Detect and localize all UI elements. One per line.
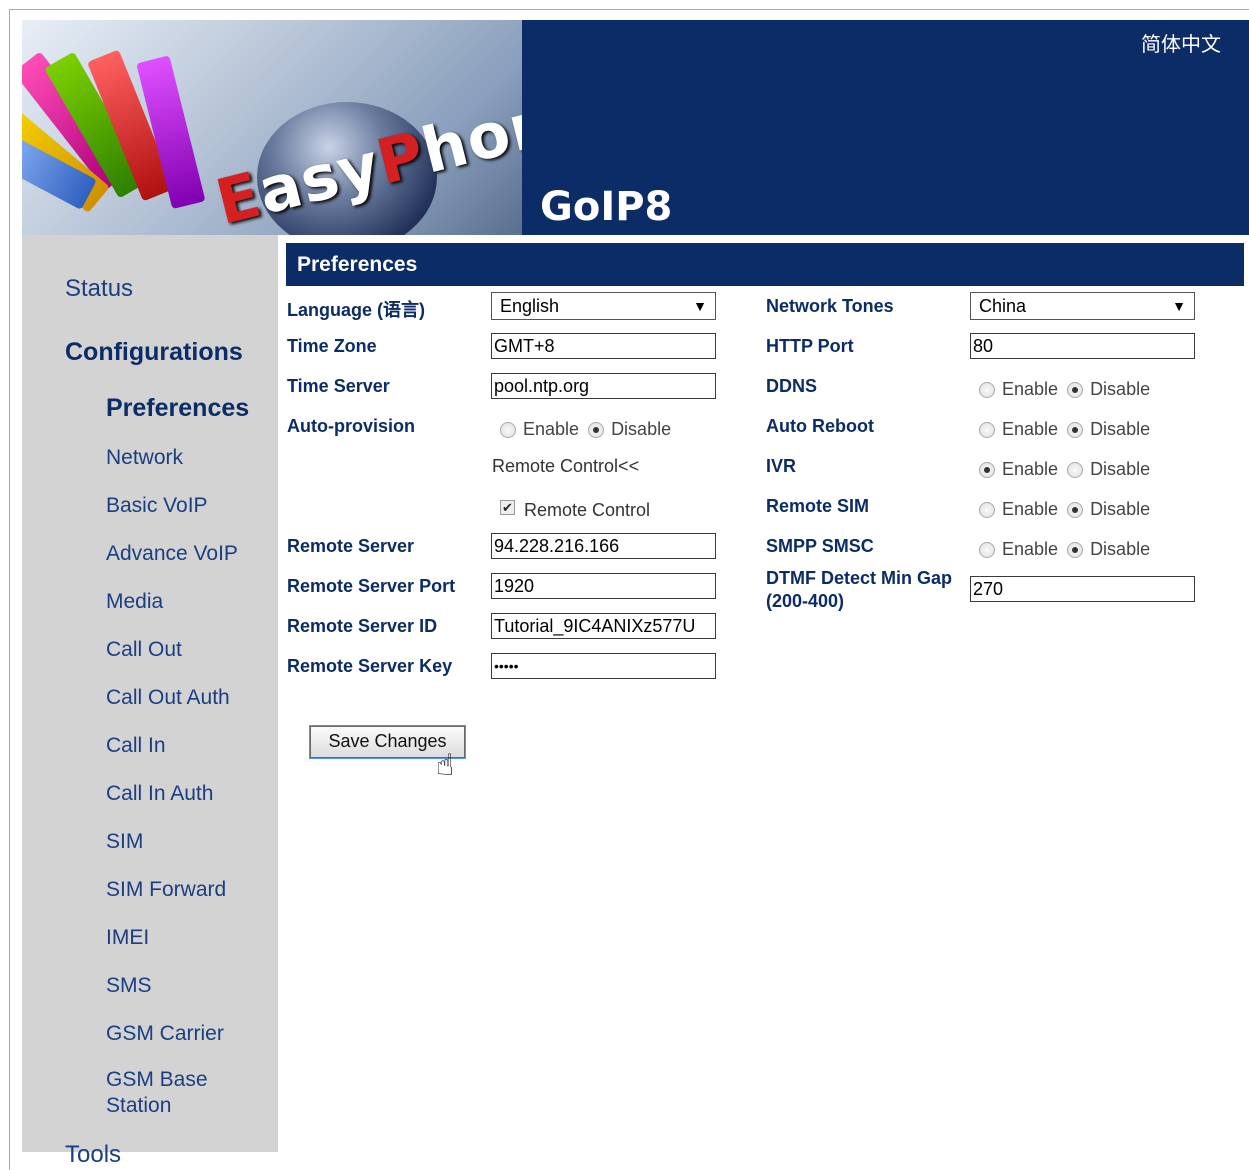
sidebar: Status Configurations Preferences Networ… (22, 235, 278, 1168)
chevron-down-icon: ▼ (693, 298, 707, 314)
nav-preferences[interactable]: Preferences (106, 394, 249, 423)
http-port-field[interactable]: 80 (970, 333, 1195, 359)
auto-reboot-label: Auto Reboot (766, 416, 874, 436)
nav-gsm-base-station-line2[interactable]: Station (106, 1094, 171, 1118)
ddns-label: DDNS (766, 376, 818, 396)
ivr-enable-radio[interactable] (979, 461, 995, 478)
auto-reboot-disable-radio[interactable] (1067, 421, 1084, 438)
smpp-radio-group: Enable Disable (979, 539, 1150, 560)
nav-sim-forward[interactable]: SIM Forward (106, 878, 226, 902)
remote-key-field[interactable]: ••••• (491, 653, 716, 679)
remote-sim-disable-radio[interactable] (1067, 501, 1084, 518)
remote-server-field[interactable]: 94.228.216.166 (491, 533, 716, 559)
nav-call-in[interactable]: Call In (106, 734, 166, 758)
remote-sim-radio-group: Enable Disable (979, 499, 1150, 520)
timezone-label: Time Zone (287, 336, 377, 356)
ddns-disable-radio[interactable] (1067, 381, 1084, 398)
auto-reboot-radio-group: Enable Disable (979, 419, 1150, 440)
remote-id-label: Remote Server ID (287, 616, 438, 636)
ivr-disable-radio[interactable] (1067, 461, 1084, 478)
panel-title: Preferences (286, 243, 1244, 286)
nav-gsm-base-station-line1[interactable]: GSM Base (106, 1068, 208, 1092)
smpp-disable-radio[interactable] (1067, 541, 1084, 558)
remote-id-field[interactable]: Tutorial_9IC4ANIXz577U (491, 613, 716, 639)
nav-network[interactable]: Network (106, 446, 183, 470)
device-model: GoIP8 (540, 184, 673, 230)
nav-gsm-carrier[interactable]: GSM Carrier (106, 1022, 224, 1046)
remote-control-check-label: Remote Control (524, 500, 651, 520)
auto-reboot-enable-radio[interactable] (979, 421, 995, 438)
timezone-field[interactable]: GMT+8 (491, 333, 716, 359)
nav-tools[interactable]: Tools (65, 1141, 121, 1169)
nav-advance-voip[interactable]: Advance VoIP (106, 542, 238, 566)
ddns-enable-radio[interactable] (979, 381, 995, 398)
nav-configurations[interactable]: Configurations (65, 338, 243, 367)
remote-key-label: Remote Server Key (287, 656, 453, 676)
autoprov-label: Auto-provision (287, 416, 415, 436)
chevron-down-icon: ▼ (1172, 298, 1186, 314)
nav-status[interactable]: Status (65, 275, 133, 303)
nav-call-out[interactable]: Call Out (106, 638, 182, 662)
remote-sim-enable-radio[interactable] (979, 501, 995, 518)
nav-media[interactable]: Media (106, 590, 163, 614)
remote-port-label: Remote Server Port (287, 576, 456, 596)
chinese-language-link[interactable]: 简体中文 (1141, 28, 1221, 57)
timeserver-field[interactable]: pool.ntp.org (491, 373, 716, 399)
smpp-label: SMPP SMSC (766, 536, 874, 556)
nav-imei[interactable]: IMEI (106, 926, 149, 950)
remote-control-toggle-link[interactable]: Remote Control<< (492, 456, 639, 477)
hand-pointer-icon: ☝ (436, 749, 455, 782)
dtmf-label-line2: (200-400) (766, 591, 845, 611)
nav-sms[interactable]: SMS (106, 974, 152, 998)
easyphone-logo: EasyPhone (22, 20, 522, 235)
autoprov-enable-radio[interactable] (500, 421, 516, 438)
ivr-label: IVR (766, 456, 797, 476)
remote-port-field[interactable]: 1920 (491, 573, 716, 599)
http-port-label: HTTP Port (766, 336, 854, 356)
dtmf-label-line1: DTMF Detect Min Gap (766, 568, 953, 588)
nav-basic-voip[interactable]: Basic VoIP (106, 494, 208, 518)
nav-call-out-auth[interactable]: Call Out Auth (106, 686, 230, 710)
timeserver-label: Time Server (287, 376, 390, 396)
dtmf-field[interactable]: 270 (970, 576, 1195, 602)
network-tones-label: Network Tones (766, 296, 894, 316)
header-banner: EasyPhone GoIP8 简体中文 (22, 20, 1249, 235)
ivr-radio-group: Enable Disable (979, 459, 1150, 480)
nav-sim[interactable]: SIM (106, 830, 143, 854)
remote-control-checkbox[interactable]: ✔ (500, 500, 515, 515)
nav-call-in-auth[interactable]: Call In Auth (106, 782, 213, 806)
language-select[interactable]: English ▼ (491, 292, 716, 320)
remote-sim-label: Remote SIM (766, 496, 870, 516)
autoprov-disable-radio[interactable] (588, 421, 605, 438)
network-tones-select[interactable]: China ▼ (970, 292, 1195, 320)
smpp-enable-radio[interactable] (979, 541, 995, 558)
remote-server-label: Remote Server (287, 536, 415, 556)
ddns-radio-group: Enable Disable (979, 379, 1150, 400)
language-label: Language (语言) (287, 300, 425, 320)
autoprov-radio-group: Enable Disable (500, 419, 671, 440)
